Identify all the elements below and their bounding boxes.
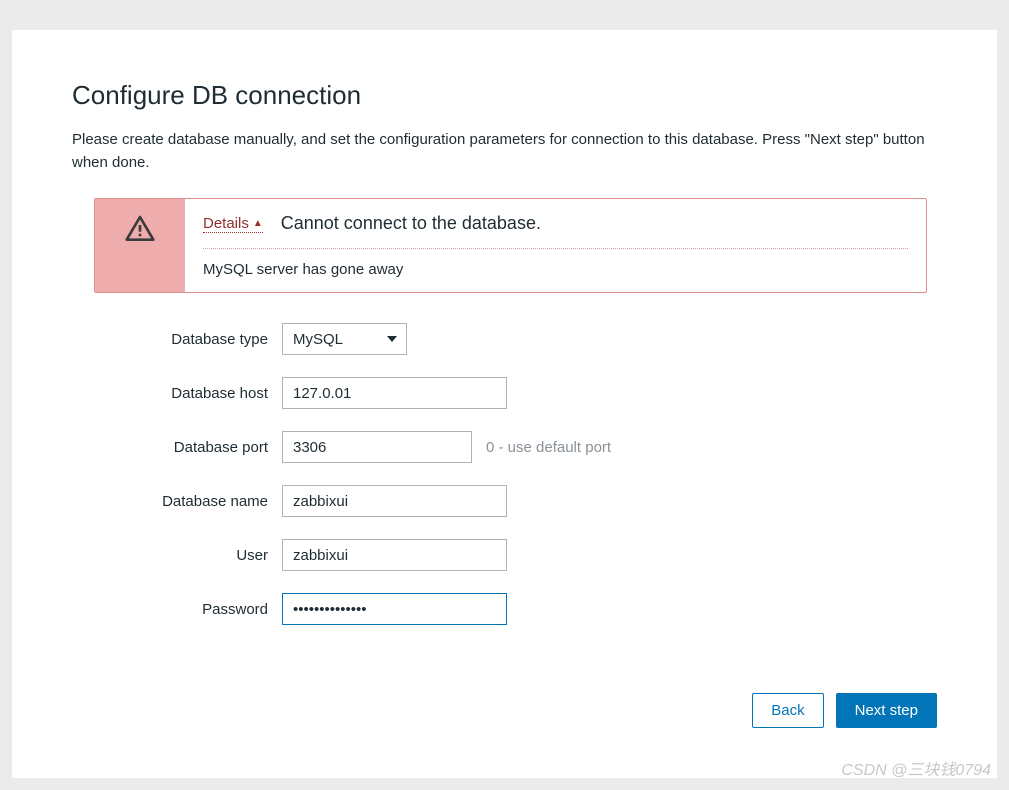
- label-user: User: [72, 547, 282, 564]
- error-title: Cannot connect to the database.: [281, 213, 541, 234]
- label-db-port: Database port: [72, 439, 282, 456]
- db-host-input[interactable]: [282, 377, 507, 409]
- error-message: MySQL server has gone away: [203, 261, 908, 278]
- db-port-hint: 0 - use default port: [486, 439, 611, 456]
- details-label: Details: [203, 215, 249, 232]
- button-row: Back Next step: [752, 693, 937, 728]
- label-db-host: Database host: [72, 385, 282, 402]
- label-db-name: Database name: [72, 493, 282, 510]
- user-input[interactable]: [282, 539, 507, 571]
- row-db-type: Database type MySQL: [72, 323, 937, 355]
- next-step-button[interactable]: Next step: [836, 693, 937, 728]
- warning-icon: [124, 213, 156, 250]
- error-content: Details ▲ Cannot connect to the database…: [185, 199, 926, 292]
- description-text: Please create database manually, and set…: [72, 129, 937, 174]
- error-box: Details ▲ Cannot connect to the database…: [94, 198, 927, 293]
- select-wrapper: MySQL: [282, 323, 407, 355]
- row-password: Password: [72, 593, 937, 625]
- page-title: Configure DB connection: [72, 80, 937, 111]
- db-form: Database type MySQL Database host Databa…: [72, 323, 937, 625]
- db-port-input[interactable]: [282, 431, 472, 463]
- details-toggle[interactable]: Details ▲: [203, 215, 263, 233]
- row-db-port: Database port 0 - use default port: [72, 431, 937, 463]
- row-db-name: Database name: [72, 485, 937, 517]
- error-icon-column: [95, 199, 185, 292]
- row-db-host: Database host: [72, 377, 937, 409]
- error-header: Details ▲ Cannot connect to the database…: [203, 213, 908, 249]
- config-card: Configure DB connection Please create da…: [12, 30, 997, 778]
- label-password: Password: [72, 601, 282, 618]
- password-input[interactable]: [282, 593, 507, 625]
- db-type-select[interactable]: MySQL: [282, 323, 407, 355]
- row-user: User: [72, 539, 937, 571]
- label-db-type: Database type: [72, 331, 282, 348]
- db-name-input[interactable]: [282, 485, 507, 517]
- arrow-up-icon: ▲: [253, 218, 263, 229]
- back-button[interactable]: Back: [752, 693, 823, 728]
